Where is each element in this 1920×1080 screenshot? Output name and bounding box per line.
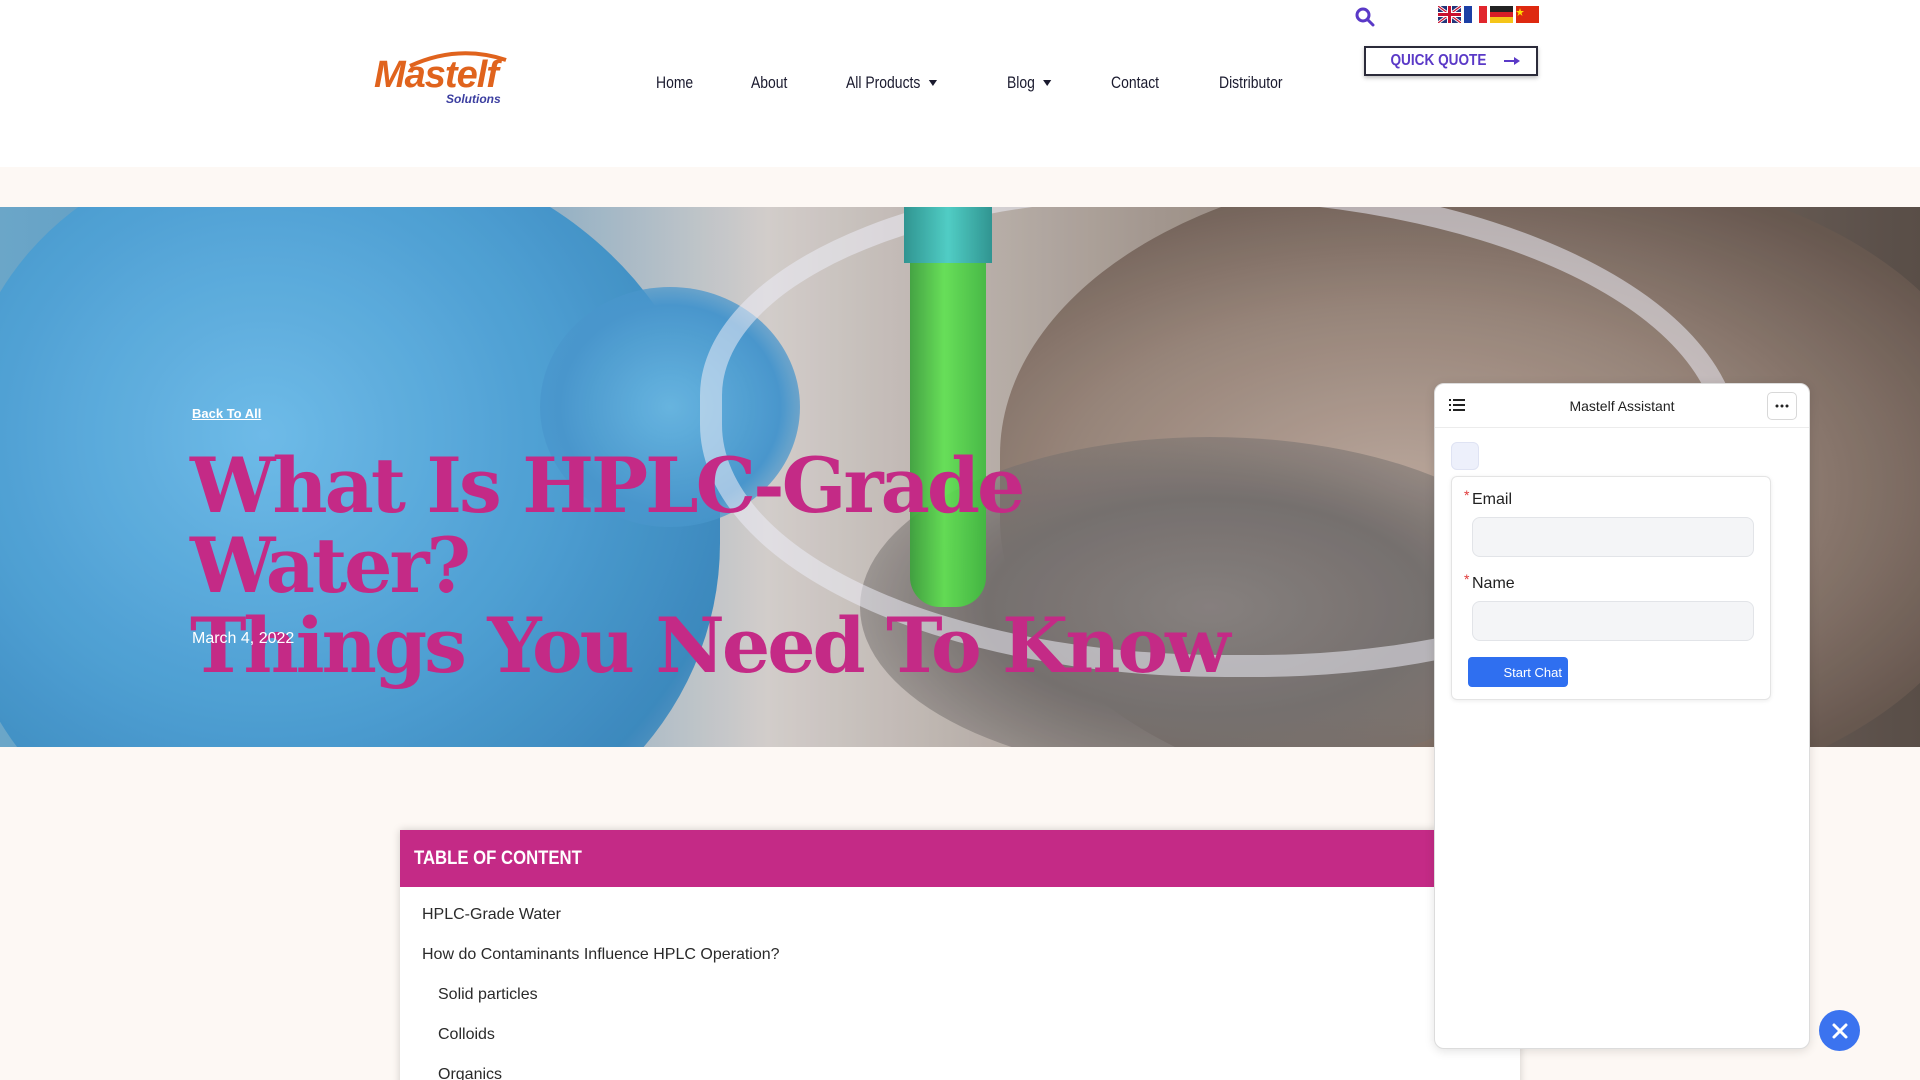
chat-title: Mastelf Assistant bbox=[1569, 398, 1675, 414]
nav-item-home[interactable]: Home bbox=[656, 73, 693, 93]
more-horizontal-icon bbox=[1775, 404, 1789, 408]
nav-item-contact[interactable]: Contact bbox=[1111, 73, 1159, 93]
france-flag-icon[interactable] bbox=[1464, 6, 1487, 23]
toc-subitem[interactable]: Colloids bbox=[400, 1023, 1520, 1063]
caret-down-icon bbox=[928, 80, 937, 86]
nav-label: All Products bbox=[845, 73, 921, 92]
toc-subitem[interactable]: Solid particles bbox=[400, 983, 1520, 1023]
toc-subitem[interactable]: Organics bbox=[400, 1063, 1520, 1080]
mastelf-logo[interactable]: Mastelf Solutions bbox=[374, 50, 510, 110]
start-chat-label: Start Chat bbox=[1503, 664, 1562, 680]
back-to-all-link[interactable]: Back To All bbox=[192, 406, 261, 421]
nav-label: Contact bbox=[1110, 73, 1159, 92]
page-title-line1: What Is HPLC-Grade Water? bbox=[190, 441, 1025, 610]
email-field[interactable] bbox=[1472, 517, 1754, 557]
email-label-text: Email bbox=[1472, 491, 1513, 508]
name-field[interactable] bbox=[1472, 601, 1754, 641]
chat-header: Mastelf Assistant bbox=[1435, 384, 1809, 428]
nav-label: Home bbox=[656, 73, 694, 92]
required-mark: * bbox=[1464, 571, 1470, 587]
search-icon[interactable] bbox=[1355, 7, 1375, 27]
name-label: * Name bbox=[1464, 571, 1515, 593]
table-of-content: TABLE OF CONTENT HPLC-Grade Water How do… bbox=[400, 830, 1520, 1080]
nav-label: Blog bbox=[1006, 73, 1035, 92]
quick-quote-label: QUICK QUOTE bbox=[1390, 52, 1486, 69]
arrow-right-icon bbox=[1504, 57, 1521, 65]
nav-item-about[interactable]: About bbox=[751, 73, 787, 93]
page-title: What Is HPLC-Grade Water? Things You Nee… bbox=[190, 446, 1231, 686]
chat-lead-form: * Email * Name Start Chat bbox=[1451, 476, 1771, 700]
nav-label: About bbox=[751, 73, 788, 92]
nav-item-all-products[interactable]: All Products bbox=[846, 73, 937, 93]
assistant-avatar bbox=[1451, 442, 1479, 470]
chat-widget: Mastelf Assistant * Email * Name Start C… bbox=[1434, 383, 1810, 1049]
toc-list: HPLC-Grade Water How do Contaminants Inf… bbox=[400, 887, 1520, 1080]
language-switcher bbox=[1438, 6, 1539, 23]
post-date: March 4, 2022 bbox=[192, 630, 295, 647]
nav-item-blog[interactable]: Blog bbox=[1007, 73, 1051, 93]
quick-quote-button[interactable]: QUICK QUOTE bbox=[1364, 46, 1538, 76]
logo-wordmark: Mastelf bbox=[374, 54, 499, 96]
more-options-button[interactable] bbox=[1767, 392, 1797, 420]
email-label: * Email bbox=[1464, 487, 1513, 509]
nav-item-distributor[interactable]: Distributor bbox=[1219, 73, 1283, 93]
start-chat-button[interactable]: Start Chat bbox=[1468, 657, 1568, 687]
caret-down-icon bbox=[1042, 80, 1051, 86]
toc-item[interactable]: HPLC-Grade Water bbox=[400, 903, 1520, 943]
nav-label: Distributor bbox=[1219, 73, 1283, 92]
toc-heading: TABLE OF CONTENT bbox=[414, 847, 582, 869]
site-header: Mastelf Solutions Home About All Product… bbox=[0, 0, 1920, 167]
uk-flag-icon[interactable] bbox=[1438, 6, 1461, 23]
china-flag-icon[interactable] bbox=[1516, 6, 1539, 23]
main-nav: Home About All Products Blog Contact Dis… bbox=[656, 70, 1347, 96]
page-title-line2: Things You Need To Know bbox=[190, 601, 1231, 690]
required-mark: * bbox=[1464, 487, 1470, 503]
name-label-text: Name bbox=[1472, 575, 1515, 592]
toc-header[interactable]: TABLE OF CONTENT bbox=[400, 830, 1520, 887]
close-chat-button[interactable] bbox=[1819, 1010, 1860, 1051]
logo-tagline: Solutions bbox=[446, 92, 501, 106]
germany-flag-icon[interactable] bbox=[1490, 6, 1513, 23]
toc-item[interactable]: How do Contaminants Influence HPLC Opera… bbox=[400, 943, 1520, 983]
close-icon bbox=[1832, 1023, 1847, 1038]
